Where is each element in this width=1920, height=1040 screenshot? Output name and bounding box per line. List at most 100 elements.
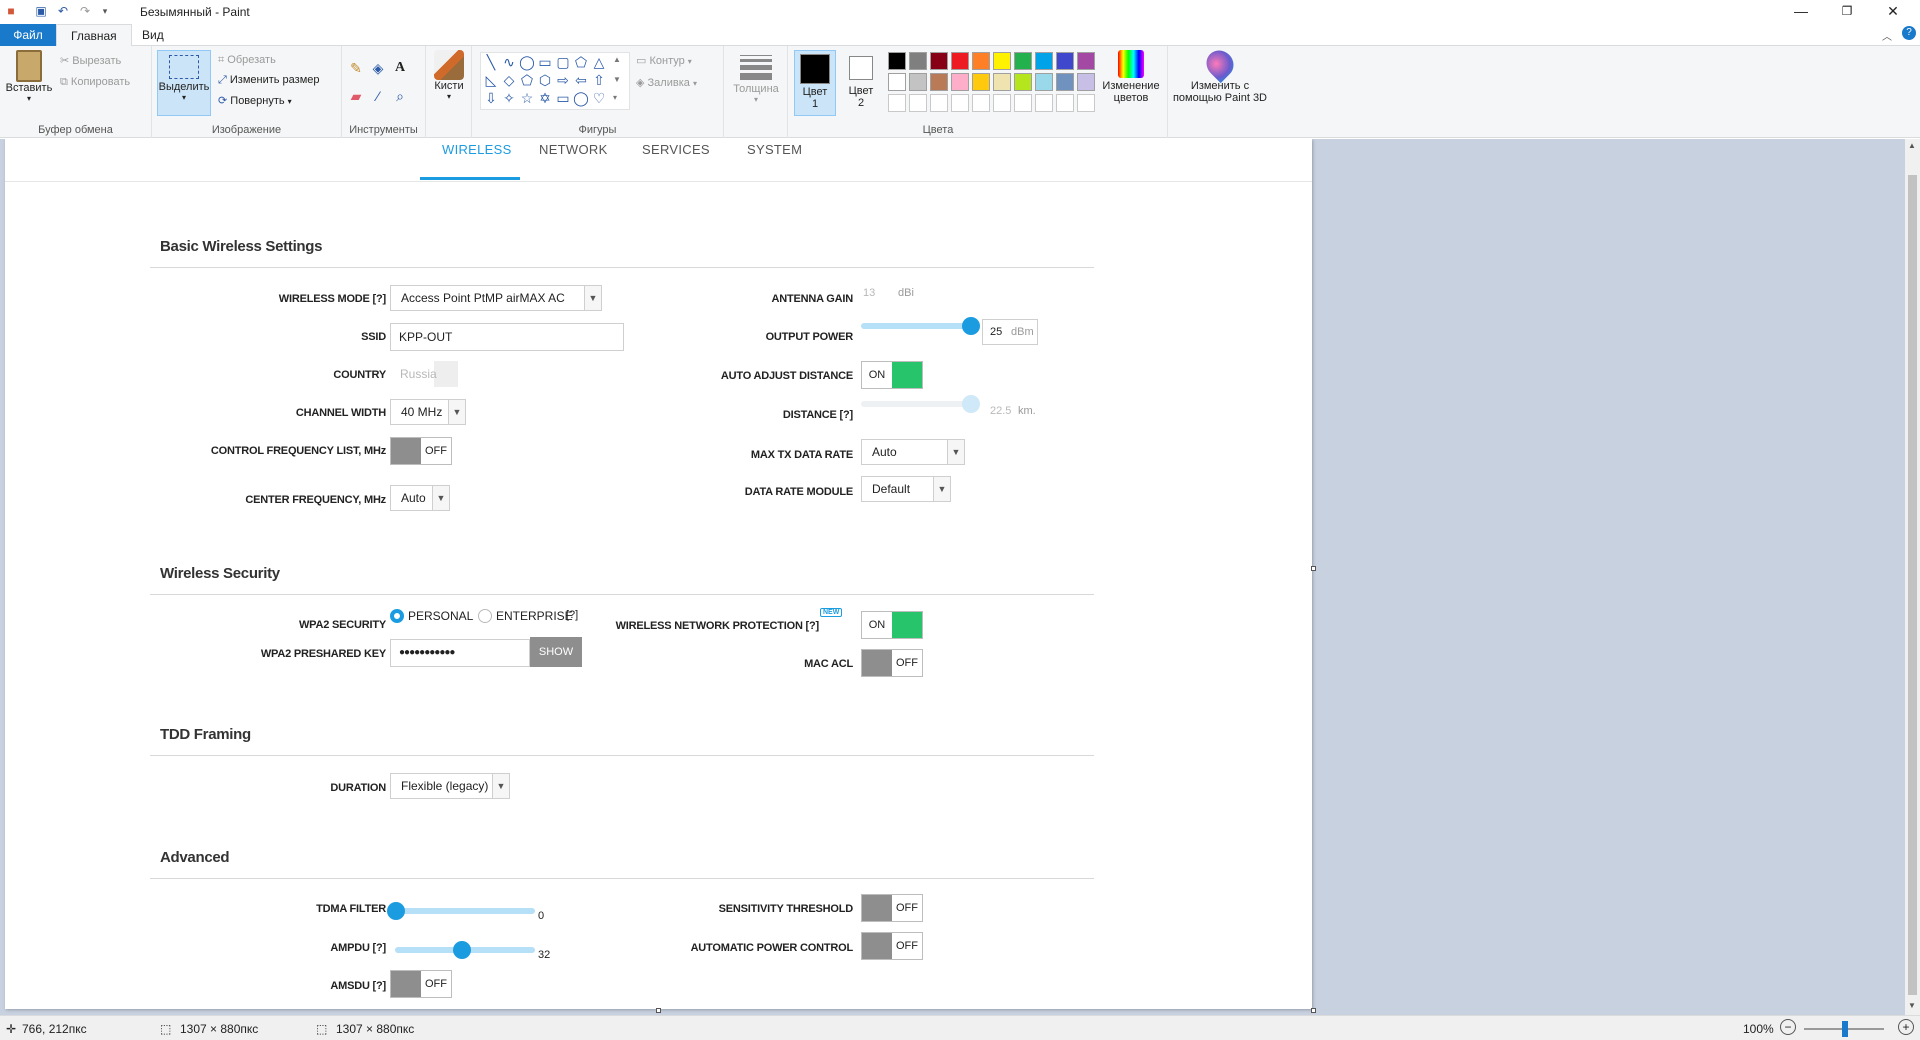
fill-button[interactable]: ◈ Заливка ▾ — [636, 76, 697, 89]
tab-services[interactable]: SERVICES — [642, 142, 710, 157]
line-shape-icon[interactable]: ╲ — [483, 54, 499, 70]
palette-color-swatch[interactable] — [930, 73, 948, 91]
personal-radio[interactable] — [390, 609, 404, 623]
tdma-filter-slider-knob[interactable] — [387, 902, 405, 920]
tab-network[interactable]: NETWORK — [539, 142, 608, 157]
heart-shape-icon[interactable]: ♡ — [591, 90, 607, 106]
zoom-slider-thumb[interactable] — [1842, 1021, 1848, 1037]
palette-color-swatch[interactable] — [951, 73, 969, 91]
palette-color-swatch[interactable] — [972, 52, 990, 70]
scrollbar-thumb[interactable] — [1908, 175, 1917, 995]
cut-button[interactable]: ✂ Вырезать — [60, 54, 121, 67]
center-freq-select[interactable]: Auto ▼ — [390, 485, 450, 511]
save-icon[interactable]: ▣ — [34, 4, 48, 18]
paste-button[interactable]: Вставить ▾ — [4, 50, 54, 103]
tab-file[interactable]: Файл — [0, 24, 56, 46]
palette-custom-slot[interactable] — [951, 94, 969, 112]
star6-shape-icon[interactable]: ✡ — [537, 90, 553, 106]
oval-shape-icon[interactable]: ◯ — [519, 54, 535, 70]
edit-paint3d-button[interactable]: Изменить с помощью Paint 3D — [1172, 44, 1268, 104]
star4-shape-icon[interactable]: ✧ — [501, 90, 517, 106]
thickness-button[interactable]: Толщина ▾ — [730, 52, 782, 104]
palette-color-swatch[interactable] — [972, 73, 990, 91]
zoom-out-icon[interactable]: − — [1780, 1019, 1796, 1035]
right-triangle-shape-icon[interactable]: ◺ — [483, 72, 499, 88]
palette-custom-slot[interactable] — [1035, 94, 1053, 112]
show-password-button[interactable]: SHOW — [530, 637, 582, 667]
pencil-icon[interactable]: ✎ — [348, 60, 364, 76]
ssid-input[interactable]: KPP-OUT — [390, 323, 624, 351]
scroll-up-icon[interactable]: ▲ — [1908, 141, 1916, 150]
customize-quick-access-icon[interactable]: ▾ — [98, 4, 112, 18]
mac-acl-toggle[interactable]: OFF — [861, 649, 923, 677]
channel-width-select[interactable]: 40 MHz ▼ — [390, 399, 466, 425]
palette-color-swatch[interactable] — [1056, 73, 1074, 91]
enterprise-radio[interactable] — [478, 609, 492, 623]
palette-custom-slot[interactable] — [930, 94, 948, 112]
crop-button[interactable]: ⌗ Обрезать — [218, 54, 276, 67]
palette-color-swatch[interactable] — [1035, 52, 1053, 70]
arrow-down-shape-icon[interactable]: ⇩ — [483, 90, 499, 106]
output-power-slider-knob[interactable] — [962, 317, 980, 335]
output-power-slider-track[interactable] — [861, 323, 971, 329]
palette-color-swatch[interactable] — [1014, 52, 1032, 70]
magnifier-icon[interactable]: ⌕ — [392, 88, 408, 104]
duration-select[interactable]: Flexible (legacy) ▼ — [390, 773, 510, 799]
help-icon[interactable]: ? — [1902, 26, 1916, 40]
auto-adjust-toggle[interactable]: ON — [861, 361, 923, 389]
restore-icon[interactable]: ❐ — [1824, 0, 1870, 24]
max-tx-select[interactable]: Auto ▼ — [861, 439, 965, 465]
palette-custom-slot[interactable] — [993, 94, 1011, 112]
expand-gallery-icon[interactable]: ▾ — [613, 93, 617, 102]
resize-handle-right[interactable] — [1311, 566, 1316, 571]
sensitivity-threshold-toggle[interactable]: OFF — [861, 894, 923, 922]
psk-input[interactable]: ●●●●●●●●●●● — [390, 639, 530, 667]
triangle-shape-icon[interactable]: △ — [591, 54, 607, 70]
outline-button[interactable]: ▭ Контур ▾ — [636, 54, 692, 67]
vertical-scrollbar[interactable]: ▲ ▼ — [1905, 139, 1920, 1015]
palette-color-swatch[interactable] — [1056, 52, 1074, 70]
palette-color-swatch[interactable] — [993, 52, 1011, 70]
copy-button[interactable]: ⧉ Копировать — [60, 76, 130, 89]
edit-colors-button[interactable]: Изменение цветов — [1098, 50, 1164, 104]
color2-button[interactable]: Цвет 2 — [840, 50, 882, 109]
scroll-up-icon[interactable]: ▲ — [613, 55, 621, 64]
callout-oval-shape-icon[interactable]: ◯ — [573, 90, 589, 106]
rectangle-shape-icon[interactable]: ▭ — [537, 54, 553, 70]
text-tool-icon[interactable]: A — [392, 60, 408, 76]
eraser-icon[interactable]: ▰ — [348, 88, 364, 104]
palette-color-swatch[interactable] — [909, 52, 927, 70]
arrow-up-shape-icon[interactable]: ⇧ — [591, 72, 607, 88]
arrow-right-shape-icon[interactable]: ⇨ — [555, 72, 571, 88]
apc-toggle[interactable]: OFF — [861, 932, 923, 960]
palette-color-swatch[interactable] — [1077, 73, 1095, 91]
country-select[interactable]: Russia — [392, 361, 458, 387]
tab-wireless[interactable]: WIRELESS — [442, 142, 512, 157]
hexagon-shape-icon[interactable]: ⬡ — [537, 72, 553, 88]
color-picker-icon[interactable]: ⁄ — [370, 88, 386, 104]
palette-custom-slot[interactable] — [1014, 94, 1032, 112]
resize-button[interactable]: ⤢ Изменить размер — [218, 74, 320, 87]
minimize-icon[interactable]: — — [1778, 0, 1824, 24]
palette-color-swatch[interactable] — [1014, 73, 1032, 91]
ampdu-slider-knob[interactable] — [453, 941, 471, 959]
tab-view[interactable]: Вид — [128, 24, 178, 46]
distance-slider-knob[interactable] — [962, 395, 980, 413]
amsdu-toggle[interactable]: OFF — [390, 970, 452, 998]
tab-system[interactable]: SYSTEM — [747, 142, 802, 157]
polygon-shape-icon[interactable]: ⬠ — [573, 54, 589, 70]
palette-custom-slot[interactable] — [888, 94, 906, 112]
antenna-gain-value[interactable]: 13 — [863, 287, 875, 299]
palette-custom-slot[interactable] — [1056, 94, 1074, 112]
color1-button[interactable]: Цвет 1 — [794, 50, 836, 116]
tab-home[interactable]: Главная — [56, 24, 132, 46]
palette-color-swatch[interactable] — [888, 73, 906, 91]
close-icon[interactable]: ✕ — [1870, 0, 1916, 24]
palette-color-swatch[interactable] — [909, 73, 927, 91]
palette-color-swatch[interactable] — [1077, 52, 1095, 70]
cfl-toggle[interactable]: OFF — [390, 437, 452, 465]
brushes-button[interactable]: Кисти ▾ — [430, 50, 468, 101]
diamond-shape-icon[interactable]: ◇ — [501, 72, 517, 88]
resize-handle-corner[interactable] — [1311, 1008, 1316, 1013]
rotate-button[interactable]: ⟳ Повернуть ▾ — [218, 94, 292, 107]
